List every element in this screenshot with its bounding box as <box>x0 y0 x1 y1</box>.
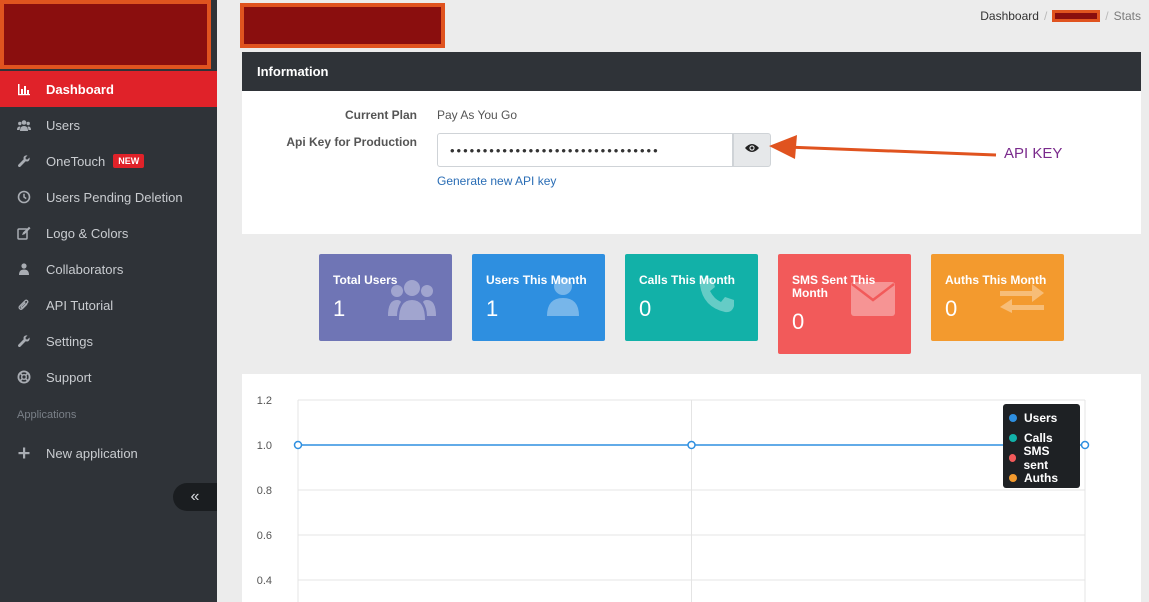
sidebar-item-onetouch[interactable]: OneTouch NEW <box>0 143 217 179</box>
sidebar-item-dashboard[interactable]: Dashboard <box>0 71 217 107</box>
sidebar-item-users[interactable]: Users <box>0 107 217 143</box>
sidebar-item-label: OneTouch <box>46 153 106 169</box>
chart-series <box>293 440 1090 450</box>
legend-label: Users <box>1024 411 1058 425</box>
sidebar-item-label: Support <box>46 369 92 385</box>
wrench-icon <box>0 154 46 168</box>
breadcrumb-current: Stats <box>1113 9 1141 23</box>
legend-label: Calls <box>1024 431 1053 445</box>
users-icon <box>0 118 46 132</box>
sidebar-item-collaborators[interactable]: Collaborators <box>0 251 217 287</box>
sidebar-item-label: Logo & Colors <box>46 225 129 241</box>
lifebuoy-icon <box>0 370 46 384</box>
sidebar-item-logo-colors[interactable]: Logo & Colors <box>0 215 217 251</box>
sidebar-item-users-pending-deletion[interactable]: Users Pending Deletion <box>0 179 217 215</box>
stat-value: 0 <box>639 296 652 321</box>
current-plan-label: Current Plan <box>344 108 417 122</box>
stat-label: Users This Month <box>486 273 587 287</box>
logo-redacted <box>0 0 211 69</box>
legend-label: SMS sent <box>1023 444 1050 472</box>
sidebar-item-new-application[interactable]: New application <box>0 435 217 471</box>
sidebar-item-label: API Tutorial <box>46 297 114 313</box>
chart-y-tick-label: 0.4 <box>257 575 272 587</box>
annotation-arrow <box>769 135 997 159</box>
stat-card-users-this-month: Users This Month 1 <box>472 254 605 341</box>
api-key-label: Api Key for Production <box>286 135 417 149</box>
legend-label: Auths <box>1024 471 1058 485</box>
stat-value: 0 <box>945 296 958 321</box>
legend-dot <box>1009 454 1017 462</box>
plus-icon <box>0 446 46 460</box>
stat-card-calls-this-month: Calls This Month 0 <box>625 254 758 341</box>
bar-chart-icon <box>0 82 46 96</box>
chart-grid <box>297 399 1086 602</box>
generate-api-key-link[interactable]: Generate new API key <box>437 174 556 188</box>
stat-card-total-users: Total Users 1 <box>319 254 452 341</box>
wrench-icon <box>0 334 46 348</box>
stat-card-auths-this-month: Auths This Month 0 <box>931 254 1064 341</box>
breadcrumb-separator: / <box>1105 9 1109 23</box>
api-key-value: •••••••••••••••••••••••••••••••• <box>450 142 660 158</box>
legend-item-users[interactable]: Users <box>1009 408 1074 428</box>
exchange-icon <box>1000 282 1044 319</box>
chart-y-tick-label: 0.6 <box>257 530 272 542</box>
section-label-applications: Applications <box>17 409 77 421</box>
sidebar-item-support[interactable]: Support <box>0 359 217 395</box>
stat-label: SMS Sent This Month <box>792 273 876 300</box>
breadcrumb-separator: / <box>1043 9 1048 23</box>
sidebar-item-label: Users <box>46 117 80 133</box>
sidebar-item-label: Collaborators <box>46 261 124 277</box>
panel-title: Information <box>242 52 1141 91</box>
sidebar-item-api-tutorial[interactable]: API Tutorial <box>0 287 217 323</box>
api-key-field[interactable]: •••••••••••••••••••••••••••••••• <box>437 133 733 167</box>
breadcrumb: Dashboard / / Stats <box>980 9 1141 23</box>
stat-value: 0 <box>792 309 805 334</box>
stat-card-sms-sent-this-month: SMS Sent This Month 0 <box>778 254 911 354</box>
sidebar: Dashboard Users OneTouch NEW Users Pendi… <box>0 0 217 602</box>
new-badge: NEW <box>113 154 145 168</box>
sidebar-item-label: New application <box>46 445 138 461</box>
legend-dot <box>1009 474 1017 482</box>
chart-point <box>1080 440 1090 450</box>
chart-y-ticks: 1.2 1.0 0.8 0.6 0.4 <box>257 395 272 587</box>
stat-value: 1 <box>486 296 499 321</box>
sidebar-item-label: Dashboard <box>46 81 114 97</box>
double-chevron-left-icon: « <box>190 488 200 505</box>
legend-dot <box>1009 434 1017 442</box>
collapse-sidebar-button[interactable]: « <box>173 483 217 511</box>
sidebar-item-label: Settings <box>46 333 93 349</box>
sidebar-item-settings[interactable]: Settings <box>0 323 217 359</box>
stat-label: Calls This Month <box>639 273 735 287</box>
edit-icon <box>0 226 46 240</box>
current-plan-value: Pay As You Go <box>437 108 518 122</box>
stat-label: Auths This Month <box>945 273 1047 287</box>
chart-legend: Users Calls SMS sent Auths <box>1003 404 1080 488</box>
breadcrumb-dashboard-link[interactable]: Dashboard <box>980 9 1039 23</box>
clock-icon <box>0 190 46 204</box>
legend-dot <box>1009 414 1017 422</box>
page-title-redacted <box>240 3 445 48</box>
stat-value: 1 <box>333 296 346 321</box>
breadcrumb-redacted[interactable] <box>1052 10 1101 22</box>
user-group-icon <box>0 262 46 276</box>
legend-item-sms-sent[interactable]: SMS sent <box>1009 444 1074 472</box>
chart-y-tick-label: 1.2 <box>257 395 272 407</box>
paperclip-icon <box>0 298 46 312</box>
sidebar-item-label: Users Pending Deletion <box>46 189 183 205</box>
information-panel: Information Current Plan Pay As You Go A… <box>242 52 1141 234</box>
chart-point <box>687 440 696 450</box>
chart-y-tick-label: 1.0 <box>257 440 272 452</box>
chart-y-tick-label: 0.8 <box>257 485 272 497</box>
chart-point <box>293 440 303 450</box>
stat-label: Total Users <box>333 273 398 287</box>
annotation-label: API KEY <box>1004 145 1063 162</box>
eye-icon <box>744 141 760 159</box>
